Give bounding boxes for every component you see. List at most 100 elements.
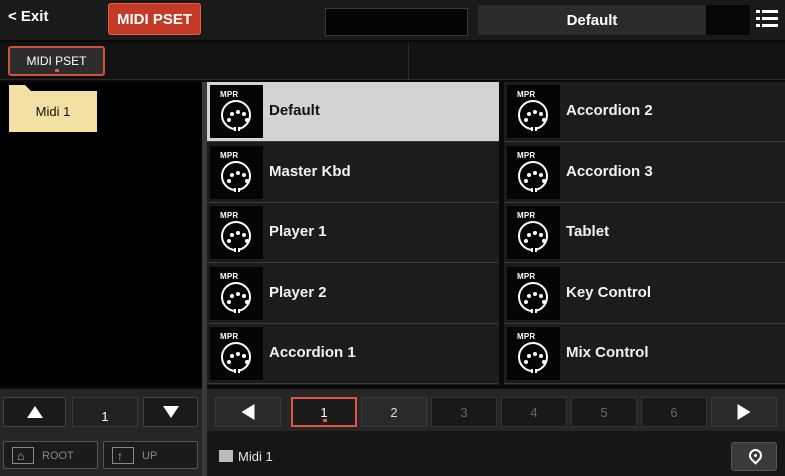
- up-folder-icon: ↑: [112, 447, 134, 464]
- exit-button[interactable]: < Exit: [8, 8, 48, 25]
- preset-item[interactable]: MPR Default: [207, 82, 499, 142]
- preset-type-badge: MPR: [517, 150, 536, 160]
- preset-type-badge: MPR: [220, 332, 239, 342]
- midi-port-shape: [518, 100, 548, 131]
- midi-port-shape: [518, 160, 548, 192]
- preset-item[interactable]: MPR Master Kbd: [207, 142, 499, 203]
- page-button-5[interactable]: 5: [571, 397, 637, 427]
- midi-port-shape: [518, 342, 548, 374]
- midi-connector-icon: MPR: [507, 327, 560, 381]
- page-button-3[interactable]: 3: [431, 397, 497, 427]
- tab-midi-pset[interactable]: MIDI PSET: [8, 46, 105, 76]
- path-bar: Midi 1: [207, 437, 785, 476]
- tab-selected-marker: [55, 69, 59, 72]
- folder-page-indicator: 1: [72, 397, 138, 427]
- list-menu-icon[interactable]: [756, 10, 778, 28]
- midi-connector-icon: MPR: [210, 145, 263, 199]
- folder-icon: [219, 450, 233, 462]
- preset-label: Master Kbd: [269, 162, 351, 180]
- folder-item-midi-1[interactable]: Midi 1: [9, 85, 97, 132]
- page-selected-marker: [323, 419, 327, 422]
- preset-type-badge: MPR: [517, 90, 536, 99]
- folder-label: Midi 1: [35, 104, 71, 119]
- preset-item[interactable]: MPR Player 1: [207, 203, 499, 264]
- location-pin-icon: [746, 446, 765, 465]
- midi-port-shape: [221, 160, 251, 192]
- preset-type-badge: MPR: [220, 211, 239, 221]
- preset-item[interactable]: MPR Accordion 2: [504, 82, 785, 142]
- preset-label: Accordion 3: [566, 162, 653, 180]
- mode-badge[interactable]: MIDI PSET: [108, 3, 201, 35]
- prev-page-button[interactable]: [215, 397, 281, 427]
- midi-connector-icon: MPR: [507, 266, 560, 320]
- top-right-slot: [706, 5, 750, 35]
- next-page-button[interactable]: [711, 397, 777, 427]
- preset-label: Tablet: [566, 223, 610, 241]
- preset-item[interactable]: MPR Accordion 3: [504, 142, 785, 203]
- midi-connector-icon: MPR: [210, 206, 263, 260]
- midi-connector-icon: MPR: [507, 85, 560, 138]
- midi-port-shape: [518, 221, 548, 253]
- root-label: ROOT: [42, 450, 74, 462]
- grid-footer: 1 2 3 4 5 6 Midi 1: [207, 389, 785, 476]
- folder-navigation: 1 ⌂ ROOT ↑ UP: [0, 389, 202, 476]
- preset-label: Mix Control: [566, 344, 649, 362]
- midi-port-shape: [221, 281, 251, 313]
- preset-item[interactable]: MPR Accordion 1: [207, 324, 499, 385]
- midi-connector-icon: MPR: [507, 206, 560, 260]
- page-number: 3: [460, 404, 468, 420]
- preset-item[interactable]: MPR Player 2: [207, 263, 499, 324]
- current-path: Midi 1: [238, 449, 273, 464]
- midi-connector-icon: MPR: [210, 85, 263, 138]
- up-button[interactable]: ↑ UP: [103, 441, 198, 469]
- preset-label: Key Control: [566, 283, 652, 301]
- midi-port-shape: [221, 100, 251, 131]
- right-arrow-icon: [737, 404, 751, 420]
- page-button-4[interactable]: 4: [501, 397, 567, 427]
- page-button-6[interactable]: 6: [641, 397, 707, 427]
- top-empty-field: [325, 8, 468, 36]
- top-bar: < Exit MIDI PSET Default: [0, 0, 785, 40]
- scroll-up-button[interactable]: [3, 397, 66, 427]
- preset-type-badge: MPR: [517, 332, 536, 342]
- root-button[interactable]: ⌂ ROOT: [3, 441, 98, 469]
- preset-label: Accordion 1: [269, 344, 356, 362]
- tab-divider: [408, 42, 409, 80]
- preset-label: Default: [269, 102, 320, 119]
- scroll-down-button[interactable]: [143, 397, 198, 427]
- preset-label: Player 2: [269, 283, 327, 301]
- page-number: 1: [320, 404, 328, 420]
- down-arrow-icon: [162, 406, 179, 418]
- preset-grid: MPR Default MPR Master Kbd MPR Player 1 MPR Pla…: [207, 82, 785, 385]
- preset-type-badge: MPR: [517, 211, 536, 221]
- tab-label: MIDI PSET: [26, 54, 87, 68]
- midi-connector-icon: MPR: [507, 145, 560, 199]
- page-number: 6: [670, 404, 678, 420]
- page-button-1[interactable]: 1: [291, 397, 357, 427]
- preset-item[interactable]: MPR Mix Control: [504, 324, 785, 385]
- up-label: UP: [142, 450, 158, 462]
- page-number: 2: [390, 404, 398, 420]
- locate-button[interactable]: [731, 442, 777, 471]
- midi-port-shape: [221, 221, 251, 253]
- preset-type-badge: MPR: [220, 90, 239, 99]
- tab-bar: MIDI PSET: [0, 42, 785, 80]
- preset-type-badge: MPR: [517, 271, 536, 281]
- folder-panel: Midi 1: [0, 82, 202, 387]
- preset-item[interactable]: MPR Tablet: [504, 203, 785, 264]
- home-icon: ⌂: [12, 447, 34, 464]
- midi-port-shape: [221, 342, 251, 374]
- midi-port-shape: [518, 281, 548, 313]
- page-selector: 1 2 3 4 5 6: [207, 389, 785, 431]
- page-button-2[interactable]: 2: [361, 397, 427, 427]
- current-preset-name[interactable]: Default: [478, 5, 706, 35]
- page-number: 5: [600, 404, 608, 420]
- left-arrow-icon: [241, 404, 255, 420]
- preset-type-badge: MPR: [220, 150, 239, 160]
- preset-label: Accordion 2: [566, 102, 653, 119]
- midi-connector-icon: MPR: [210, 327, 263, 381]
- preset-label: Player 1: [269, 223, 327, 241]
- preset-item[interactable]: MPR Key Control: [504, 263, 785, 324]
- up-arrow-icon: [26, 406, 43, 418]
- midi-connector-icon: MPR: [210, 266, 263, 320]
